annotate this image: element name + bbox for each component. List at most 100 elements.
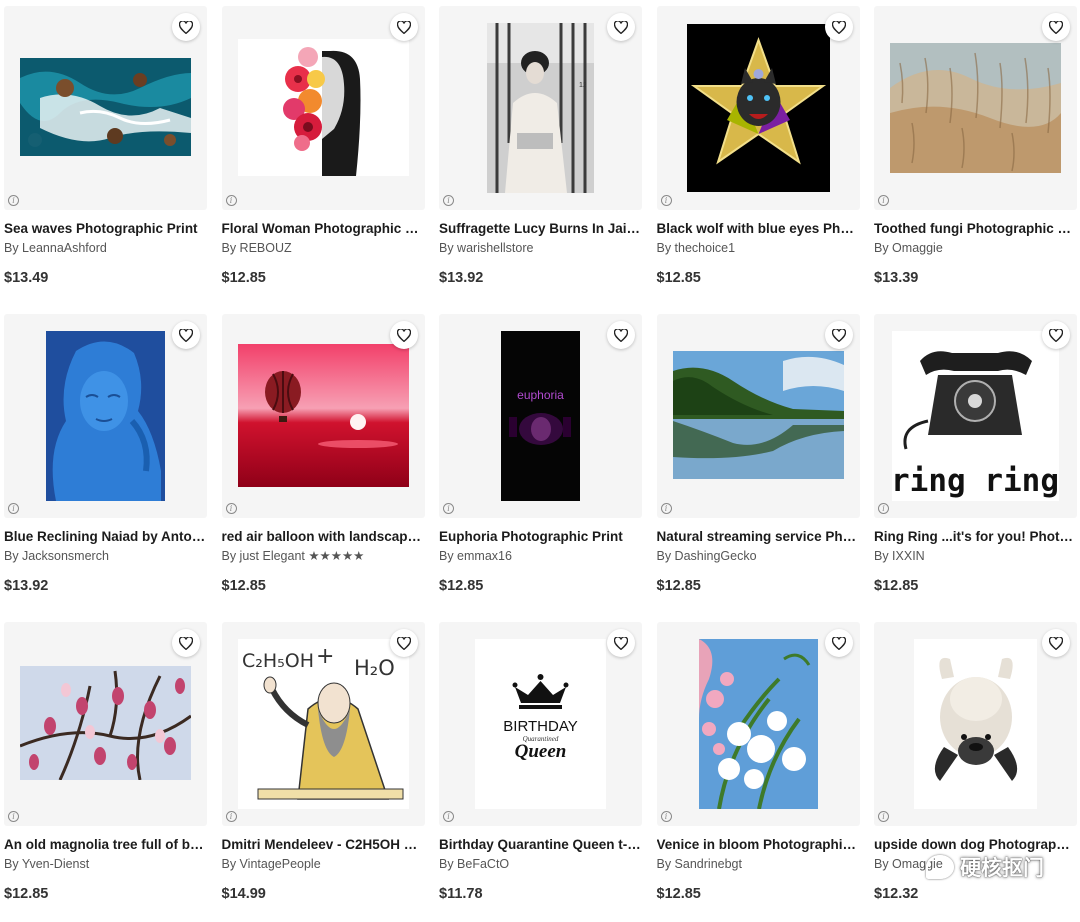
product-image[interactable]: 12 — [487, 23, 594, 193]
product-card[interactable]: i An old magnolia tree full of bloss... … — [4, 622, 207, 922]
info-icon[interactable]: i — [878, 811, 889, 822]
artist-name[interactable]: By warishellstore — [439, 239, 642, 257]
product-title[interactable]: Euphoria Photographic Print — [439, 528, 642, 546]
product-card[interactable]: i Floral Woman Photographic Print By REB… — [222, 6, 425, 306]
product-thumbnail[interactable]: i — [222, 314, 425, 518]
product-thumbnail[interactable]: BIRTHDAY Quarantined Queen i — [439, 622, 642, 826]
product-image[interactable] — [46, 331, 165, 501]
product-thumbnail[interactable]: i — [874, 622, 1077, 826]
product-image[interactable]: euphoria — [501, 331, 580, 501]
artist-name[interactable]: By Yven-Dienst — [4, 855, 207, 873]
artist-name[interactable]: By Sandrinebgt — [657, 855, 860, 873]
artist-name[interactable]: By REBOUZ — [222, 239, 425, 257]
info-icon[interactable]: i — [443, 195, 454, 206]
artist-name[interactable]: By Jacksonsmerch — [4, 547, 207, 565]
favorite-button[interactable] — [390, 629, 418, 657]
product-title[interactable]: Black wolf with blue eyes Photo... — [657, 220, 860, 238]
product-image[interactable] — [20, 58, 191, 156]
product-thumbnail[interactable]: i — [222, 6, 425, 210]
product-title[interactable]: Natural streaming service Photo... — [657, 528, 860, 546]
product-thumbnail[interactable]: i — [4, 6, 207, 210]
info-icon[interactable]: i — [8, 811, 19, 822]
product-title[interactable]: Birthday Quarantine Queen t-shi... — [439, 836, 642, 854]
info-icon[interactable]: i — [878, 503, 889, 514]
product-title[interactable]: Dmitri Mendeleev - C2H5OH + H... — [222, 836, 425, 854]
product-image[interactable] — [673, 351, 844, 479]
artist-name[interactable]: By DashingGecko — [657, 547, 860, 565]
product-title[interactable]: Suffragette Lucy Burns In Jail - 1... — [439, 220, 642, 238]
product-title[interactable]: Ring Ring ...it's for you! Photogra... — [874, 528, 1077, 546]
info-icon[interactable]: i — [226, 811, 237, 822]
product-card[interactable]: i Natural streaming service Photo... By … — [657, 314, 860, 614]
product-thumbnail[interactable]: ring ring i — [874, 314, 1077, 518]
product-image[interactable]: BIRTHDAY Quarantined Queen — [475, 639, 606, 809]
product-image[interactable]: ring ring — [892, 331, 1059, 501]
product-title[interactable]: red air balloon with landscape su... — [222, 528, 425, 546]
favorite-button[interactable] — [390, 321, 418, 349]
info-icon[interactable]: i — [661, 195, 672, 206]
favorite-button[interactable] — [825, 629, 853, 657]
product-card[interactable]: 12 i Suffragette Lucy Burns In Jail - 1.… — [439, 6, 642, 306]
product-card[interactable]: i Venice in bloom Photographic Pr... By … — [657, 622, 860, 922]
product-card[interactable]: C₂H₅OH + H₂O i Dmitri Mendeleev - C2H5OH… — [222, 622, 425, 922]
product-thumbnail[interactable]: 12 i — [439, 6, 642, 210]
artist-name[interactable]: By emmax16 — [439, 547, 642, 565]
product-image[interactable] — [687, 24, 830, 192]
product-image[interactable] — [914, 639, 1037, 809]
product-thumbnail[interactable]: euphoria i — [439, 314, 642, 518]
info-icon[interactable]: i — [878, 195, 889, 206]
favorite-button[interactable] — [172, 629, 200, 657]
product-image[interactable] — [699, 639, 818, 809]
product-image[interactable] — [890, 43, 1061, 173]
product-thumbnail[interactable]: i — [657, 314, 860, 518]
info-icon[interactable]: i — [226, 503, 237, 514]
artist-name[interactable]: By thechoice1 — [657, 239, 860, 257]
product-title[interactable]: Floral Woman Photographic Print — [222, 220, 425, 238]
artist-name[interactable]: By LeannaAshford — [4, 239, 207, 257]
product-thumbnail[interactable]: i — [874, 6, 1077, 210]
favorite-button[interactable] — [825, 13, 853, 41]
product-thumbnail[interactable]: i — [4, 314, 207, 518]
info-icon[interactable]: i — [443, 503, 454, 514]
favorite-button[interactable] — [1042, 321, 1070, 349]
product-card[interactable]: i Blue Reclining Naiad by Antonio ... By… — [4, 314, 207, 614]
favorite-button[interactable] — [172, 13, 200, 41]
artist-name[interactable]: By IXXIN — [874, 547, 1077, 565]
product-thumbnail[interactable]: i — [657, 622, 860, 826]
favorite-button[interactable] — [607, 321, 635, 349]
info-icon[interactable]: i — [443, 811, 454, 822]
product-image[interactable] — [238, 344, 409, 487]
product-thumbnail[interactable]: i — [4, 622, 207, 826]
product-title[interactable]: Blue Reclining Naiad by Antonio ... — [4, 528, 207, 546]
product-title[interactable]: Sea waves Photographic Print — [4, 220, 207, 238]
product-image[interactable] — [20, 666, 191, 780]
favorite-button[interactable] — [1042, 13, 1070, 41]
favorite-button[interactable] — [390, 13, 418, 41]
product-card[interactable]: i Toothed fungi Photographic Print By Om… — [874, 6, 1077, 306]
info-icon[interactable]: i — [661, 811, 672, 822]
info-icon[interactable]: i — [226, 195, 237, 206]
favorite-button[interactable] — [1042, 629, 1070, 657]
info-icon[interactable]: i — [661, 503, 672, 514]
product-card[interactable]: i Black wolf with blue eyes Photo... By … — [657, 6, 860, 306]
product-title[interactable]: Venice in bloom Photographic Pr... — [657, 836, 860, 854]
product-card[interactable]: ring ring i Ring Ring ...it's for you! P… — [874, 314, 1077, 614]
info-icon[interactable]: i — [8, 195, 19, 206]
favorite-button[interactable] — [607, 13, 635, 41]
favorite-button[interactable] — [607, 629, 635, 657]
artist-name[interactable]: By VintagePeople — [222, 855, 425, 873]
artist-name[interactable]: By just Elegant ★★★★★ — [222, 547, 425, 565]
product-title[interactable]: An old magnolia tree full of bloss... — [4, 836, 207, 854]
artist-name[interactable]: By BeFaCtO — [439, 855, 642, 873]
info-icon[interactable]: i — [8, 503, 19, 514]
product-card[interactable]: i red air balloon with landscape su... B… — [222, 314, 425, 614]
product-title[interactable]: Toothed fungi Photographic Print — [874, 220, 1077, 238]
product-card[interactable]: i Sea waves Photographic Print By Leanna… — [4, 6, 207, 306]
artist-name[interactable]: By Omaggie — [874, 239, 1077, 257]
favorite-button[interactable] — [825, 321, 853, 349]
favorite-button[interactable] — [172, 321, 200, 349]
product-image[interactable]: C₂H₅OH + H₂O — [238, 639, 409, 809]
product-image[interactable] — [238, 39, 409, 176]
product-card[interactable]: BIRTHDAY Quarantined Queen i Birthday Qu… — [439, 622, 642, 922]
product-card[interactable]: euphoria i Euphoria Photographic Print B… — [439, 314, 642, 614]
